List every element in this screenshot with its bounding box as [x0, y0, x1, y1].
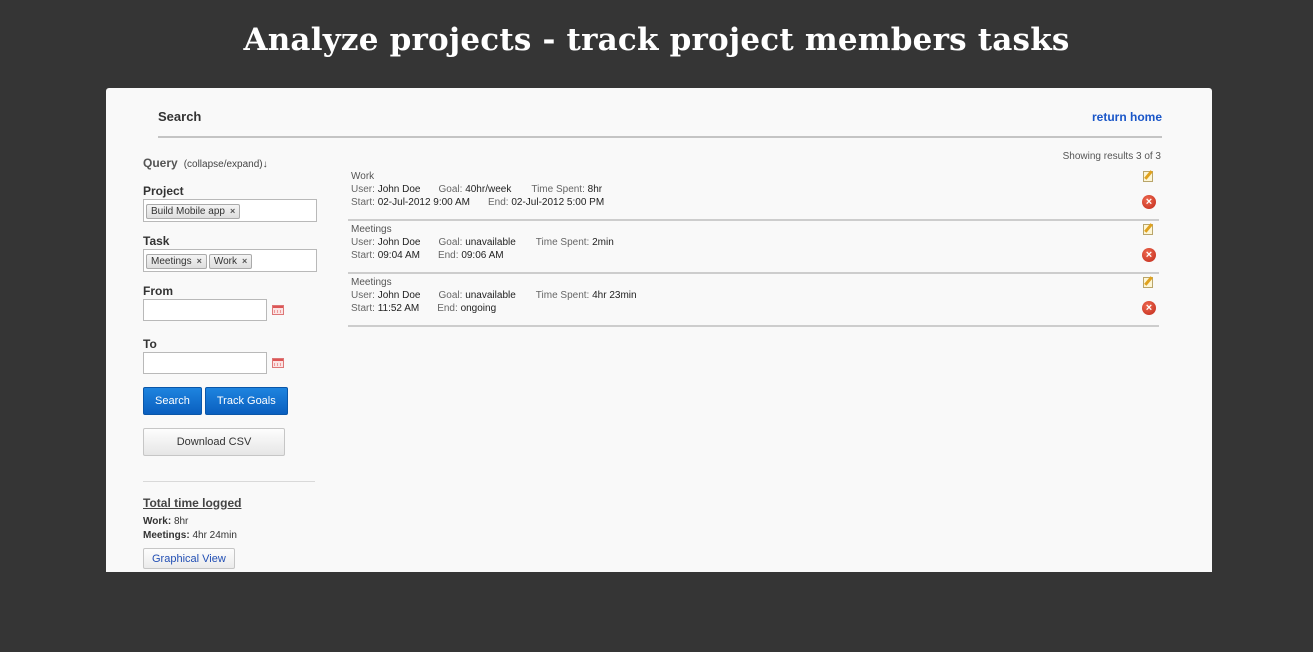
total-value: 8hr	[173, 516, 189, 527]
entry-details: User: John Doe Goal: unavailable Time Spen…	[351, 290, 637, 301]
end-value: 02-Jul-2012 5:00 PM	[511, 197, 605, 208]
graphical-view-button[interactable]: Graphical View	[143, 548, 235, 569]
remove-tag-icon[interactable]: ×	[197, 256, 202, 266]
time-spent-label: Time Spent:	[531, 184, 585, 195]
user-value: John Doe	[377, 237, 421, 248]
project-select[interactable]: Build Mobile app ×	[143, 199, 317, 222]
time-spent-value: 4hr 23min	[592, 290, 637, 301]
list-item: Meetings User: John Doe Goal: unavailable…	[348, 276, 1159, 327]
results-list: Work User: John Doe Goal: 40hr/week Time S…	[348, 170, 1159, 329]
entry-times: Start: 09:04 AM End: 09:06 AM	[351, 250, 504, 261]
header-title: Search	[158, 109, 202, 124]
goal-label: Goal:	[438, 184, 463, 195]
end-label: End:	[437, 250, 459, 261]
query-label: Query	[143, 156, 178, 170]
start-value: 11:52 AM	[377, 303, 420, 314]
entry-details: User: John Doe Goal: unavailable Time Spen…	[351, 237, 614, 248]
time-spent-label: Time Spent:	[535, 237, 590, 248]
user-value: John Doe	[377, 290, 421, 301]
list-item: Meetings User: John Doe Goal: unavailable…	[348, 223, 1159, 274]
from-date-row	[143, 299, 315, 321]
goal-value: unavailable	[465, 290, 516, 301]
search-button[interactable]: Search	[143, 387, 202, 415]
start-label: Start:	[351, 303, 375, 314]
project-tag: Build Mobile app ×	[146, 204, 241, 219]
search-header: Search return home	[158, 88, 1162, 138]
start-label: Start:	[351, 250, 375, 261]
total-work: Work: 8hr	[143, 516, 315, 527]
task-select[interactable]: Meetings × Work ×	[143, 249, 317, 272]
time-spent-value: 8hr	[587, 184, 603, 195]
task-name: Meetings	[351, 277, 392, 288]
time-spent-value: 2min	[592, 237, 614, 248]
main-panel: Search return home Query (collapse/expand…	[106, 88, 1212, 572]
user-label: User:	[351, 237, 375, 248]
entry-times: Start: 11:52 AM End: ongoing	[351, 303, 496, 314]
edit-icon[interactable]	[1143, 171, 1153, 182]
total-time-title: Total time logged	[143, 496, 242, 510]
entry-times: Start: 02-Jul-2012 9:00 AM End: 02-Jul-20…	[351, 197, 604, 208]
end-value: ongoing	[460, 303, 497, 314]
goal-label: Goal:	[438, 237, 463, 248]
start-value: 02-Jul-2012 9:00 AM	[377, 197, 470, 208]
task-name: Work	[351, 171, 375, 182]
user-label: User:	[351, 184, 375, 195]
end-value: 09:06 AM	[461, 250, 504, 261]
task-tag-label: Work	[213, 256, 237, 267]
download-csv-button[interactable]: Download CSV	[143, 428, 285, 456]
query-heading: Query (collapse/expand)↓	[143, 156, 315, 172]
remove-tag-icon[interactable]: ×	[230, 206, 235, 216]
divider	[143, 481, 315, 482]
delete-icon[interactable]: ×	[1142, 195, 1156, 209]
user-label: User:	[351, 290, 375, 301]
from-date-input[interactable]	[143, 299, 267, 321]
entry-details: User: John Doe Goal: 40hr/week Time Spent:…	[351, 184, 602, 195]
end-label: End:	[487, 197, 509, 208]
to-date-input[interactable]	[143, 352, 267, 374]
edit-icon[interactable]	[1143, 224, 1153, 235]
to-date-row	[143, 352, 315, 374]
from-label: From	[143, 284, 173, 298]
edit-icon[interactable]	[1143, 277, 1153, 288]
start-label: Start:	[351, 197, 375, 208]
project-tag-label: Build Mobile app	[151, 206, 225, 217]
end-label: End:	[437, 303, 458, 314]
return-home-link[interactable]: return home	[1092, 110, 1162, 124]
project-label: Project	[143, 184, 184, 198]
task-label: Task	[143, 234, 170, 248]
task-tag: Work ×	[208, 254, 253, 269]
task-name: Meetings	[351, 224, 392, 235]
query-sidebar: Query (collapse/expand)↓ Project Build Mo…	[143, 156, 317, 569]
delete-icon[interactable]: ×	[1142, 248, 1156, 262]
time-spent-label: Time Spent:	[535, 290, 590, 301]
start-value: 09:04 AM	[377, 250, 420, 261]
results-count: Showing results 3 of 3	[1062, 151, 1161, 162]
total-meetings: Meetings: 4hr 24min	[143, 530, 315, 541]
remove-tag-icon[interactable]: ×	[242, 256, 247, 266]
action-buttons: Search Track Goals	[143, 387, 315, 415]
calendar-icon[interactable]	[272, 358, 284, 368]
total-name: Work:	[143, 516, 172, 527]
total-name: Meetings:	[143, 530, 190, 541]
list-item: Work User: John Doe Goal: 40hr/week Time S…	[348, 170, 1159, 221]
total-value: 4hr 24min	[192, 530, 237, 541]
collapse-expand-toggle[interactable]: (collapse/expand)↓	[184, 159, 268, 170]
to-label: To	[143, 337, 157, 351]
task-tag-label: Meetings	[151, 256, 192, 267]
goal-value: 40hr/week	[465, 184, 512, 195]
user-value: John Doe	[377, 184, 421, 195]
goal-value: unavailable	[465, 237, 516, 248]
task-tag: Meetings ×	[146, 254, 207, 269]
delete-icon[interactable]: ×	[1142, 301, 1156, 315]
goal-label: Goal:	[438, 290, 463, 301]
calendar-icon[interactable]	[272, 305, 284, 315]
page-title: Analyze projects - track project members…	[243, 22, 1070, 58]
track-goals-button[interactable]: Track Goals	[204, 387, 288, 415]
